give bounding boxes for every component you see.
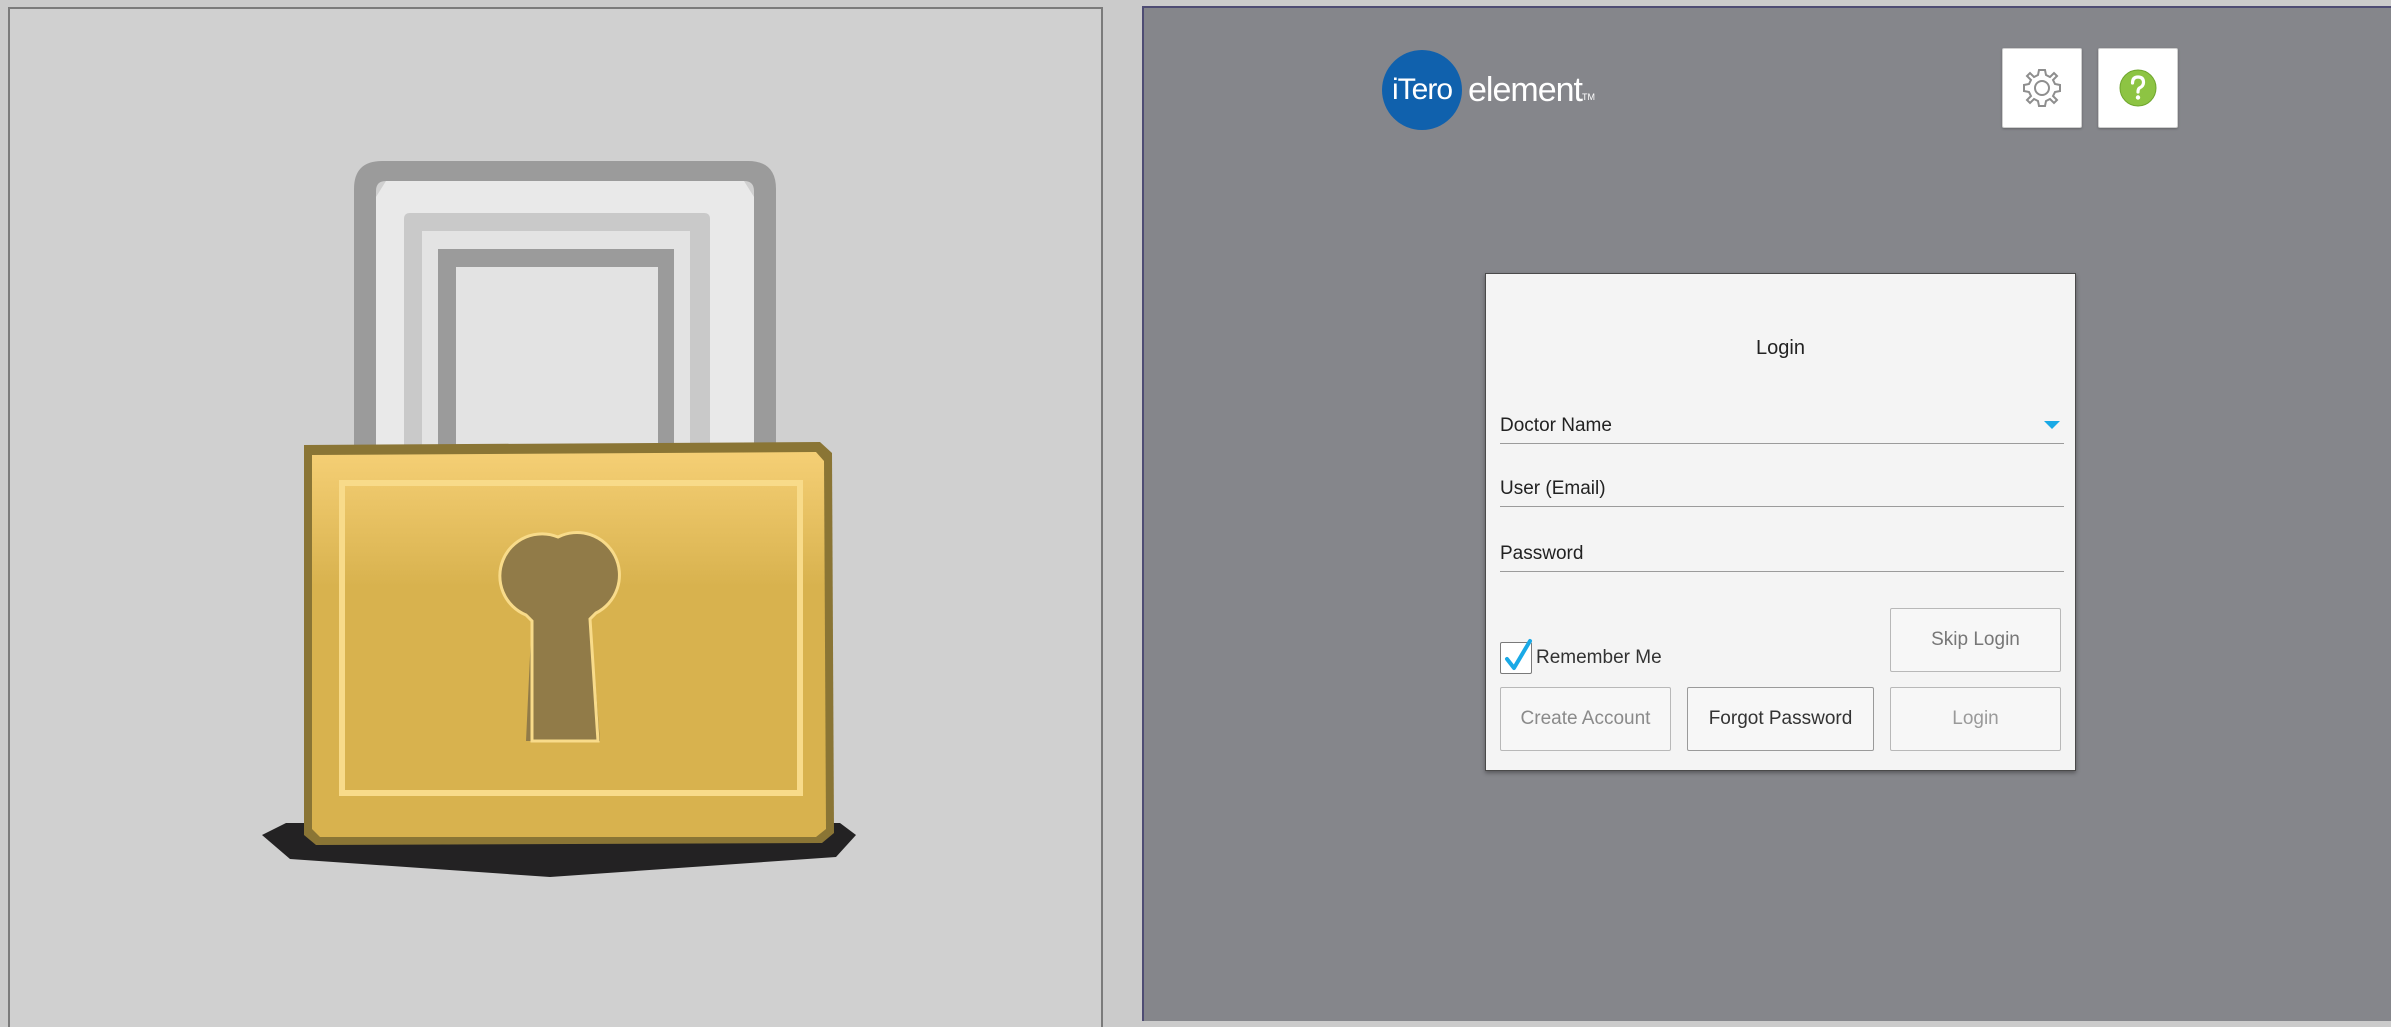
- settings-button[interactable]: [2002, 48, 2082, 128]
- gear-icon: [2023, 69, 2061, 107]
- trademark-mark: TM: [1581, 92, 1595, 102]
- password-label: Password: [1500, 543, 1584, 564]
- dropdown-arrow-icon[interactable]: [2044, 421, 2060, 429]
- itero-element-logo: iTero element TM: [1382, 48, 1595, 132]
- doctor-name-dropdown[interactable]: Doctor Name: [1500, 408, 2064, 444]
- padlock-icon: [262, 161, 856, 877]
- create-account-button[interactable]: Create Account: [1500, 687, 1671, 751]
- login-panel: iTero element TM Login Doctor Name User …: [1142, 6, 2391, 1021]
- itero-logo-badge: iTero: [1382, 50, 1462, 130]
- lock-panel: [8, 7, 1103, 1027]
- logo-wordmark: element: [1468, 70, 1583, 109]
- user-email-field[interactable]: User (Email): [1500, 471, 2064, 507]
- forgot-password-button[interactable]: Forgot Password: [1687, 687, 1874, 751]
- login-title: Login: [1756, 337, 1805, 359]
- help-button[interactable]: [2098, 48, 2178, 128]
- password-field[interactable]: Password: [1500, 536, 2064, 572]
- doctor-name-label: Doctor Name: [1500, 415, 1612, 436]
- checkmark-icon: [1505, 639, 1532, 670]
- user-email-label: User (Email): [1500, 478, 1606, 499]
- remember-me-label: Remember Me: [1536, 647, 1662, 668]
- remember-me[interactable]: Remember Me: [1500, 639, 1662, 676]
- question-mark-icon: [2119, 69, 2157, 107]
- login-dialog: Login Doctor Name User (Email) Password …: [1485, 273, 2076, 771]
- remember-me-checkbox[interactable]: [1500, 639, 1532, 674]
- skip-login-button[interactable]: Skip Login: [1890, 608, 2061, 672]
- login-button[interactable]: Login: [1890, 687, 2061, 751]
